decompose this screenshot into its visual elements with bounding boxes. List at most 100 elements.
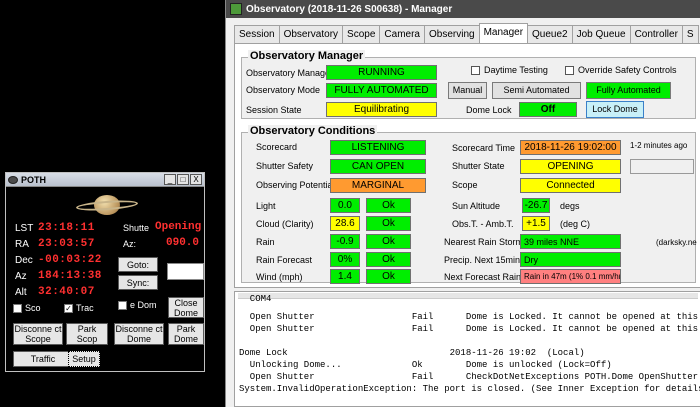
- precip-value: Dry: [520, 252, 621, 267]
- semi-automated-button[interactable]: Semi Automated: [492, 82, 581, 99]
- scope-checkbox-label: Sco: [25, 303, 41, 313]
- observatory-manager-title: Observatory Manager: [248, 50, 366, 62]
- lst-label: LST: [15, 223, 34, 234]
- scope-checkbox-box[interactable]: [13, 303, 22, 313]
- rain-forecast-label: Rain Forecast: [256, 255, 313, 265]
- precip-label: Precip. Next 15mins: [444, 255, 525, 265]
- poth-title: POTH: [21, 174, 47, 185]
- park-scope-button[interactable]: Park Scop: [66, 323, 108, 345]
- observing-potential-label: Observing Potential: [256, 180, 335, 190]
- rain-label: Rain: [256, 237, 275, 247]
- shutter-value: Opening: [155, 221, 202, 233]
- tab-queue2[interactable]: Queue2: [527, 25, 573, 43]
- minimize-button[interactable]: _: [164, 174, 176, 185]
- maximize-button[interactable]: □: [177, 174, 189, 185]
- lst-value: 23:18:11: [38, 222, 95, 234]
- obs-amb-temp-unit: (deg C): [560, 219, 591, 229]
- wind-status: Ok: [366, 269, 411, 284]
- light-label: Light: [256, 201, 276, 211]
- light-value: 0.0: [330, 198, 360, 213]
- traffic-button[interactable]: Traffic: [13, 351, 73, 367]
- tab-session[interactable]: Session: [234, 25, 280, 43]
- override-safety-checkbox[interactable]: Override Safety Controls: [565, 65, 677, 75]
- tab-camera[interactable]: Camera: [379, 25, 425, 43]
- tab-s[interactable]: S: [681, 25, 699, 43]
- lock-dome-button[interactable]: Lock Dome: [586, 101, 644, 118]
- tab-manager[interactable]: Manager: [478, 23, 529, 43]
- next-rain-label: Next Forecast Rain: [444, 272, 522, 282]
- cloud-value: 28.6: [330, 216, 360, 231]
- disconnect-dome-button[interactable]: Disconne ct Dome: [114, 323, 164, 345]
- manual-button[interactable]: Manual: [448, 82, 487, 99]
- track-checkbox-label: Trac: [76, 303, 94, 313]
- obs-amb-temp-value: +1.5: [522, 216, 550, 231]
- cloud-label: Cloud (Clarity): [256, 219, 314, 229]
- wind-label: Wind (mph): [256, 272, 303, 282]
- observatory-conditions-group: Observatory Conditions Scorecard LISTENI…: [241, 125, 697, 284]
- dome-lock-label: Dome Lock: [466, 105, 512, 115]
- obs-amb-temp-label: Obs.T. - Amb.T.: [452, 219, 514, 229]
- goto-button[interactable]: Goto:: [118, 257, 158, 272]
- log-line: System.InvalidOperationException: The po…: [239, 384, 700, 394]
- daytime-testing-box[interactable]: [471, 65, 480, 75]
- horizontal-scrollbar[interactable]: [238, 293, 698, 299]
- log-line: Dome Lock 2018-11-26 19:02 (Local): [239, 348, 585, 358]
- sync-button[interactable]: Sync:: [118, 275, 158, 290]
- poth-titlebar[interactable]: POTH _ □ X: [6, 173, 204, 187]
- rain-forecast-value: 0%: [330, 252, 360, 267]
- disconnect-scope-button[interactable]: Disconne ct Scope: [13, 323, 63, 345]
- override-safety-box[interactable]: [565, 65, 574, 75]
- dome-az-label: Az:: [123, 239, 137, 249]
- shutter-extra-field: [630, 159, 694, 174]
- manager-status-value: RUNNING: [326, 65, 437, 80]
- dome-az-value: 090.0: [166, 237, 200, 249]
- tab-job-queue[interactable]: Job Queue: [571, 25, 631, 43]
- tab-scope[interactable]: Scope: [342, 25, 381, 43]
- track-checkbox[interactable]: ✓ Trac: [64, 303, 94, 313]
- next-rain-value: Rain in 47m (1% 0.1 mm/hr): [520, 269, 621, 284]
- session-state-value: Equilibrating: [326, 102, 437, 117]
- track-checkbox-box[interactable]: ✓: [64, 303, 73, 313]
- log-panel[interactable]: COM4 Open Shutter Fail Dome is Locked. I…: [234, 291, 700, 407]
- manager-title: Observatory (2018-11-26 S00638) - Manage…: [246, 3, 453, 15]
- alt-value: 32:40:07: [38, 286, 95, 298]
- fully-automated-button[interactable]: Fully Automated: [586, 82, 671, 99]
- observatory-manager-group: Observatory Manager Observatory Manager …: [241, 50, 696, 119]
- shutter-label: Shutte: [123, 223, 150, 233]
- sun-altitude-unit: degs: [560, 201, 580, 211]
- ra-value: 23:03:57: [38, 238, 95, 250]
- daytime-testing-checkbox[interactable]: Daytime Testing: [471, 65, 548, 75]
- log-line: Open Shutter Fail CheckDotNetExceptions …: [239, 372, 699, 382]
- close-button[interactable]: X: [190, 174, 202, 185]
- log-line: Unlocking Dome... Ok Dome is unlocked (L…: [239, 360, 612, 370]
- rain-status: Ok: [366, 234, 411, 249]
- log-line: COM4: [239, 294, 272, 304]
- tab-observatory[interactable]: Observatory: [278, 25, 344, 43]
- close-dome-button[interactable]: Close Dome: [168, 297, 204, 318]
- scorecard-age: 1-2 minutes ago: [630, 141, 688, 150]
- saturn-icon: [75, 194, 139, 216]
- dome-az-input[interactable]: [167, 263, 204, 280]
- dome-checkbox[interactable]: e Dom: [118, 301, 162, 310]
- dec-label: Dec: [15, 255, 33, 266]
- az-label: Az: [15, 271, 27, 282]
- manager-status-label: Observatory Manager: [246, 68, 334, 78]
- shutter-state-value: OPENING: [520, 159, 621, 174]
- light-status: Ok: [366, 198, 411, 213]
- poth-window: POTH _ □ X LST 23:18:11 RA 23:03:57 Dec …: [5, 172, 205, 372]
- observatory-mode-label: Observatory Mode: [246, 85, 321, 95]
- dome-checkbox-box[interactable]: [118, 301, 127, 310]
- ra-label: RA: [15, 239, 29, 250]
- log-line: Open Shutter Fail Dome is Locked. It can…: [239, 324, 700, 334]
- scope-checkbox[interactable]: Sco: [13, 303, 41, 313]
- override-safety-label: Override Safety Controls: [578, 65, 677, 75]
- dome-lock-value: Off: [519, 102, 577, 117]
- wind-value: 1.4: [330, 269, 360, 284]
- tab-observing[interactable]: Observing: [423, 25, 480, 43]
- manager-titlebar[interactable]: Observatory (2018-11-26 S00638) - Manage…: [226, 0, 700, 18]
- park-dome-button[interactable]: Park Dome: [168, 323, 204, 345]
- sun-altitude-label: Sun Altitude: [452, 201, 501, 211]
- tab-controller[interactable]: Controller: [629, 25, 683, 43]
- cloud-status: Ok: [366, 216, 411, 231]
- setup-button[interactable]: Setup: [68, 351, 100, 367]
